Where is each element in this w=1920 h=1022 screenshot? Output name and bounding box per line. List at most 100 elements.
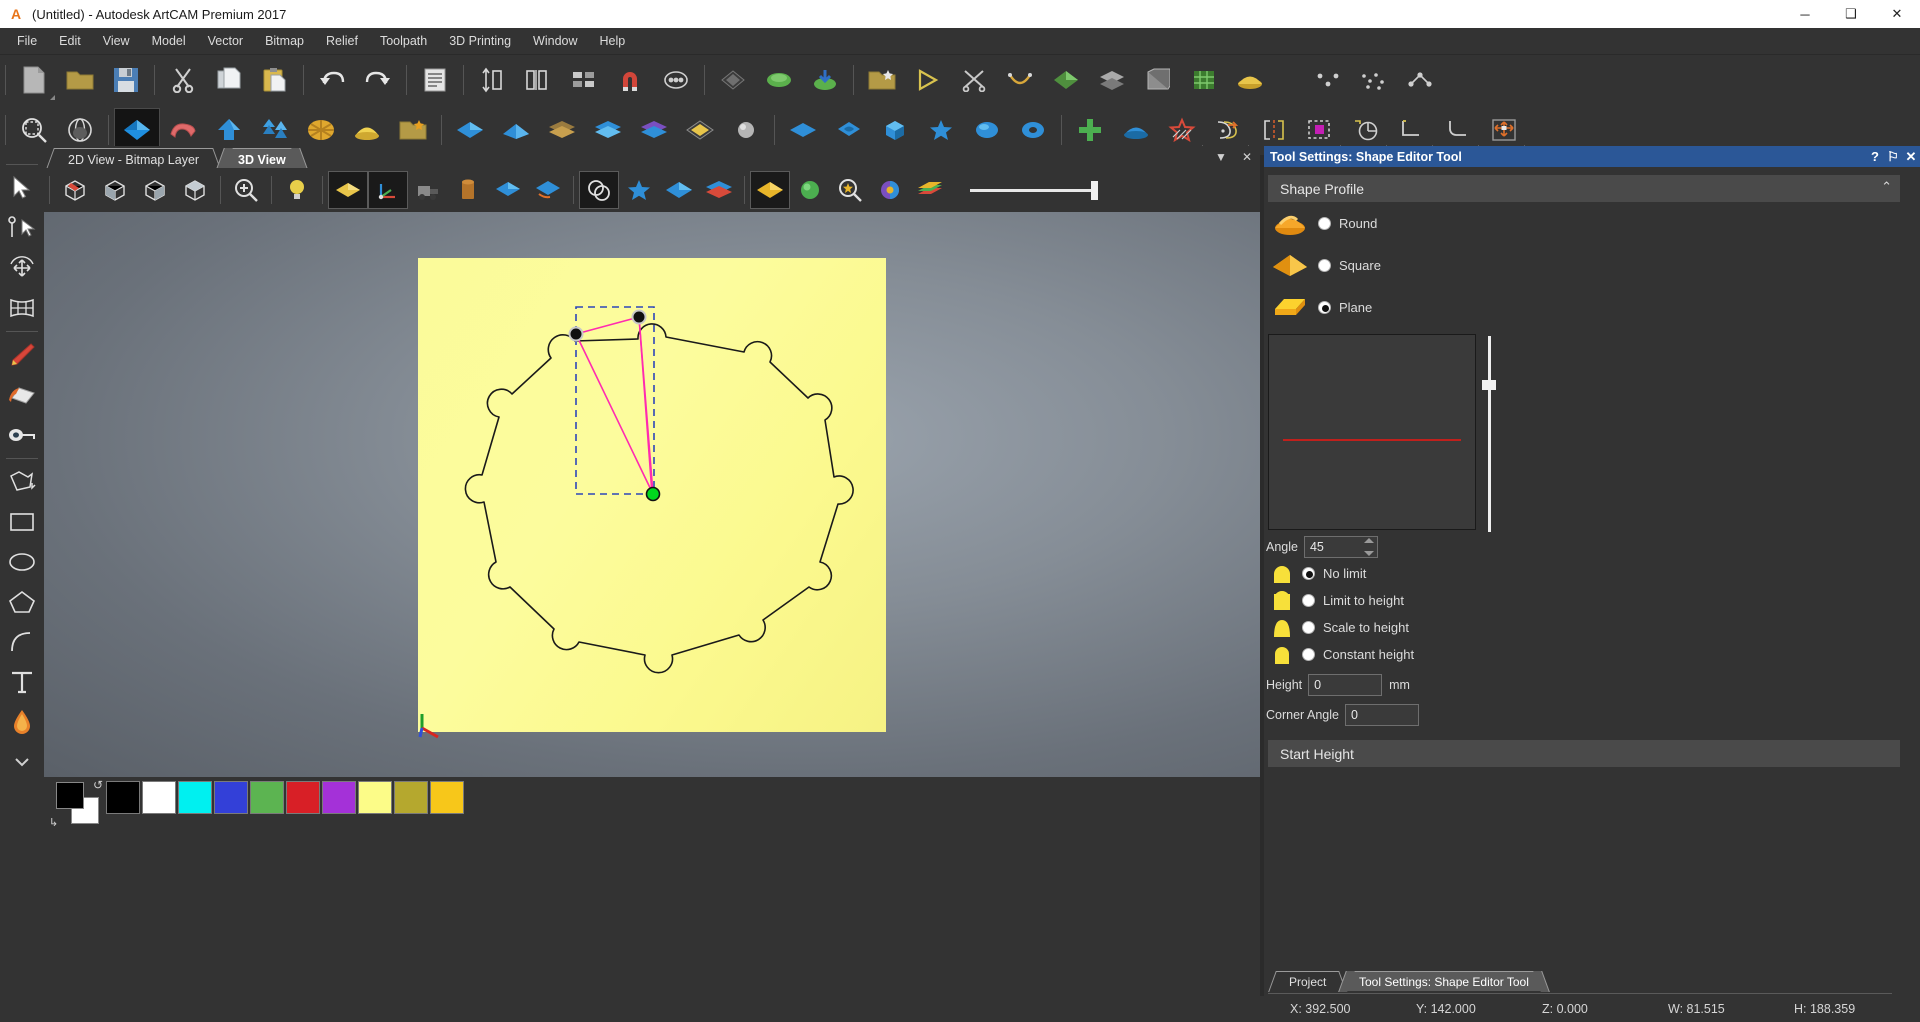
nesting-icon[interactable]: [653, 58, 699, 102]
curve-smile-icon[interactable]: [997, 58, 1043, 102]
square-blue-icon[interactable]: [659, 171, 699, 209]
import-arrow-icon[interactable]: [802, 58, 848, 102]
view-iso-icon[interactable]: [55, 171, 95, 209]
swap-colors-icon[interactable]: ↺: [93, 778, 107, 792]
pencil-tool[interactable]: [2, 335, 42, 375]
limit-option-limit-to-height[interactable]: Limit to height: [1264, 587, 1904, 614]
dropdown-arrow-icon[interactable]: [50, 95, 55, 100]
square-radio[interactable]: [1318, 258, 1331, 272]
limit-to-height-radio[interactable]: [1302, 594, 1315, 607]
cut-scissors-icon[interactable]: [160, 58, 206, 102]
menu-item-help[interactable]: Help: [589, 30, 637, 52]
node-link-icon[interactable]: [1397, 58, 1443, 102]
relief-clipart-icon[interactable]: [710, 58, 756, 102]
scissors-cross-icon[interactable]: [951, 58, 997, 102]
green-circle-icon[interactable]: [790, 171, 830, 209]
play-yellow-icon[interactable]: [905, 58, 951, 102]
layer-blue-icon[interactable]: [488, 171, 528, 209]
menu-item-3d-printing[interactable]: 3D Printing: [438, 30, 522, 52]
angle-stepper-arrows[interactable]: [1363, 537, 1376, 557]
polygon-tool[interactable]: [2, 582, 42, 622]
dock-tab-tool-settings[interactable]: Tool Settings: Shape Editor Tool: [1346, 971, 1542, 991]
flood-fill-tool[interactable]: [2, 702, 42, 742]
grid-blocks-icon[interactable]: [561, 58, 607, 102]
profile-option-round[interactable]: Round: [1264, 202, 1904, 244]
corner-angle-input[interactable]: [1344, 704, 1419, 726]
relief-gold-icon[interactable]: [750, 171, 790, 209]
axis-origin-icon[interactable]: [368, 171, 408, 209]
more-tools-chevron-icon[interactable]: [2, 742, 42, 782]
select-arrow-tool[interactable]: [2, 168, 42, 208]
open-folder-icon[interactable]: [57, 58, 103, 102]
minimize-button[interactable]: ─: [1782, 0, 1828, 28]
dock-tab-project[interactable]: Project: [1276, 971, 1340, 991]
layer-merge-icon[interactable]: [528, 171, 568, 209]
close-view-icon[interactable]: ✕: [1238, 148, 1256, 166]
menu-item-model[interactable]: Model: [141, 30, 197, 52]
copy-icon[interactable]: [206, 58, 252, 102]
menu-item-file[interactable]: File: [6, 30, 48, 52]
menu-item-toolpath[interactable]: Toolpath: [369, 30, 438, 52]
relief-opacity-slider[interactable]: [970, 180, 1098, 200]
limit-option-no-limit[interactable]: No limit: [1264, 560, 1904, 587]
tab-2d-view[interactable]: 2D View - Bitmap Layer: [54, 148, 214, 168]
palette-swatch[interactable]: [322, 781, 356, 814]
cube-window-icon[interactable]: [1135, 58, 1181, 102]
rainbow-layers-icon[interactable]: [910, 171, 950, 209]
undo-icon[interactable]: [309, 58, 355, 102]
constant-height-radio[interactable]: [1302, 648, 1315, 661]
view-left-icon[interactable]: [135, 171, 175, 209]
palette-swatch[interactable]: [106, 781, 140, 814]
preview-slider-handle[interactable]: [1482, 380, 1496, 390]
panel-close-icon[interactable]: ✕: [1902, 149, 1920, 165]
tab-3d-view[interactable]: 3D View: [224, 148, 300, 168]
pin-icon[interactable]: ⚐: [1884, 149, 1902, 165]
foreground-background-swatch[interactable]: ↺ ↳: [49, 778, 107, 830]
reset-colors-icon[interactable]: ↳: [49, 816, 63, 830]
round-radio[interactable]: [1318, 216, 1331, 230]
palette-swatch[interactable]: [178, 781, 212, 814]
no-limit-radio[interactable]: [1302, 567, 1315, 580]
close-button[interactable]: ✕: [1874, 0, 1920, 28]
paste-icon[interactable]: [252, 58, 298, 102]
magnify-star-icon[interactable]: [830, 171, 870, 209]
profile-option-plane[interactable]: Plane: [1264, 286, 1904, 328]
scale-to-height-radio[interactable]: [1302, 621, 1315, 634]
layers-stack-icon[interactable]: [1089, 58, 1135, 102]
menu-item-edit[interactable]: Edit: [48, 30, 92, 52]
menu-item-vector[interactable]: Vector: [197, 30, 254, 52]
green-ellipse-icon[interactable]: [756, 58, 802, 102]
maximize-button[interactable]: ❑: [1828, 0, 1874, 28]
new-document-icon[interactable]: [11, 58, 57, 102]
ellipse-tool[interactable]: [2, 542, 42, 582]
nodes-small-icon[interactable]: [1305, 58, 1351, 102]
palette-swatch[interactable]: [214, 781, 248, 814]
material-block-icon[interactable]: [448, 171, 488, 209]
dome-yellow-icon[interactable]: [1227, 58, 1273, 102]
text-tool[interactable]: [2, 662, 42, 702]
save-icon[interactable]: [103, 58, 149, 102]
magnet-icon[interactable]: [607, 58, 653, 102]
profile-preview-slider[interactable]: [1482, 336, 1496, 532]
shape-profile-section-header[interactable]: Shape Profile ⌃: [1268, 175, 1900, 202]
vertical-size-icon[interactable]: [469, 58, 515, 102]
slider-handle[interactable]: [1091, 180, 1098, 200]
3d-view-canvas[interactable]: [44, 212, 1260, 777]
transform-tool[interactable]: [2, 248, 42, 288]
angle-spinner[interactable]: [1303, 536, 1378, 558]
palette-swatch[interactable]: [286, 781, 320, 814]
shade-relief-icon[interactable]: [328, 171, 368, 209]
menu-item-relief[interactable]: Relief: [315, 30, 369, 52]
arc-tool[interactable]: [2, 622, 42, 662]
palette-swatch[interactable]: [430, 781, 464, 814]
mesh-warp-tool[interactable]: [2, 288, 42, 328]
light-bulb-icon[interactable]: [277, 171, 317, 209]
collapse-chevron-icon[interactable]: ⌃: [1881, 179, 1892, 195]
limit-option-constant-height[interactable]: Constant height: [1264, 641, 1904, 668]
measure-tool[interactable]: [2, 415, 42, 455]
folder-star-icon[interactable]: [859, 58, 905, 102]
align-columns-icon[interactable]: [515, 58, 561, 102]
node-edit-tool[interactable]: [2, 208, 42, 248]
scatter-dots-icon[interactable]: [1351, 58, 1397, 102]
foreground-color-swatch[interactable]: [56, 782, 84, 809]
